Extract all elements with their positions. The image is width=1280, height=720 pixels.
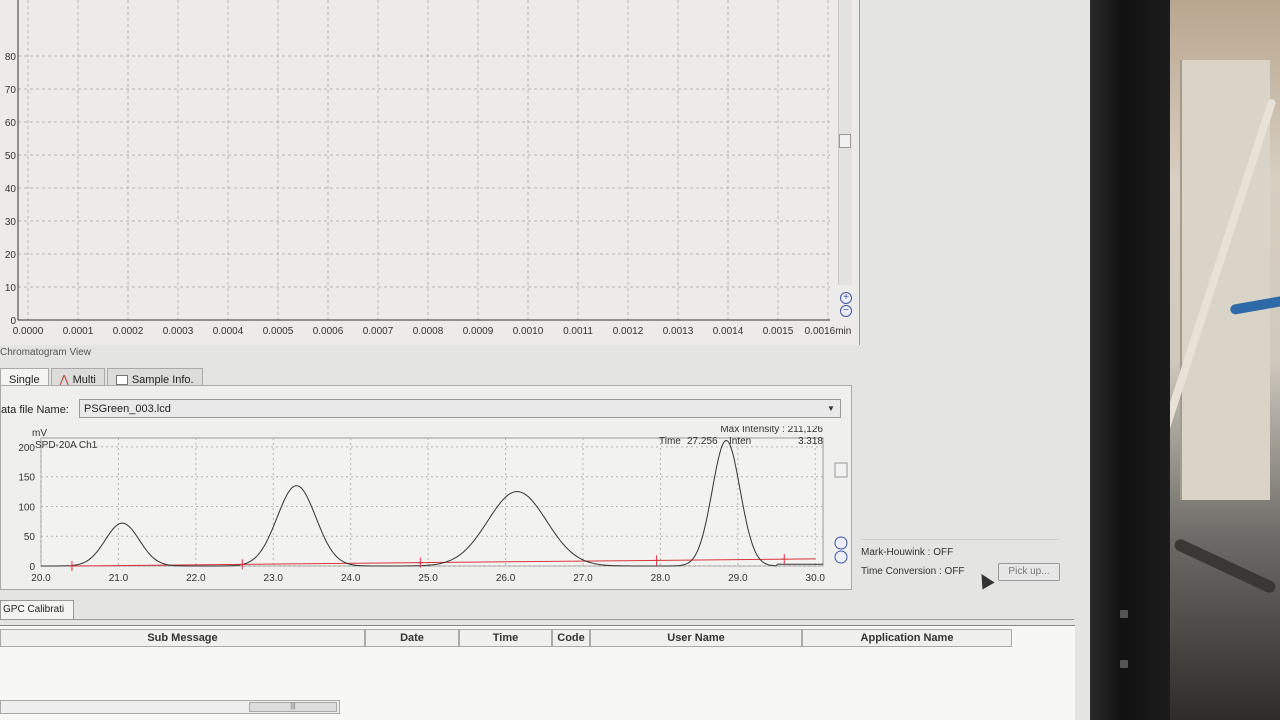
column-application-name[interactable]: Application Name bbox=[802, 629, 1012, 647]
tab-multi-label: Multi bbox=[72, 373, 96, 386]
zoom-out-icon bbox=[834, 550, 848, 564]
cursor-time-value: 27.256 bbox=[687, 436, 718, 447]
x-tick-label: 29.0 bbox=[728, 573, 748, 584]
upper-x-tick-label: 0.0006 bbox=[313, 326, 344, 337]
bottom-horizontal-scrollbar[interactable]: ||| bbox=[0, 700, 340, 714]
dropdown-arrow-icon[interactable]: ▼ bbox=[825, 402, 837, 415]
upper-x-tick-label: 0.0002 bbox=[113, 326, 144, 337]
upper-y-tick-label: 40 bbox=[5, 184, 17, 195]
y-tick-label: 200 bbox=[18, 443, 35, 454]
calibration-side-panel: Mark-Houwink : OFF Time Conversion : OFF… bbox=[860, 525, 1070, 595]
column-user-name[interactable]: User Name bbox=[590, 629, 802, 647]
chromatogram-body: ata file Name: PSGreen_003.lcd ▼ 20.0 21.… bbox=[0, 385, 852, 590]
upper-y-tick-label: 10 bbox=[5, 283, 17, 294]
chart-scroll-thumb bbox=[834, 462, 848, 478]
upper-y-tick-label: 30 bbox=[5, 217, 17, 228]
upper-plot: 0.0000 0.0001 0.0002 0.0003 0.0004 0.0005 0.00… bbox=[5, 0, 852, 337]
bottom-tab-strip bbox=[74, 600, 1074, 620]
upper-x-tick-label: 0.0007 bbox=[363, 326, 394, 337]
upper-x-tick-label: 0.0012 bbox=[613, 326, 644, 337]
chromatogram-view-title: Chromatogram View bbox=[0, 345, 860, 365]
upper-plot-panel: 0.0000 0.0001 0.0002 0.0003 0.0004 0.0005 0.00… bbox=[0, 0, 860, 345]
cursor-inten-label: Inten bbox=[729, 436, 751, 447]
section-title: Chromatogram View bbox=[0, 347, 91, 358]
lab-cabinet bbox=[1180, 60, 1270, 500]
column-date[interactable]: Date bbox=[365, 629, 459, 647]
pick-up-button[interactable]: Pick up... bbox=[998, 563, 1060, 581]
upper-x-tick-label: 0.0000 bbox=[13, 326, 44, 337]
side-horizontal-scrollbar[interactable] bbox=[860, 530, 1060, 540]
data-file-label: ata file Name: bbox=[1, 404, 69, 416]
y-unit-label: mV bbox=[32, 428, 47, 439]
y-tick-label: 150 bbox=[18, 473, 35, 484]
monitor-button-icon bbox=[1120, 610, 1128, 618]
y-tick-label: 100 bbox=[18, 502, 35, 513]
tab-sample-info-label: Sample Info. bbox=[131, 373, 194, 386]
upper-x-tick-label: 0.0011 bbox=[563, 326, 593, 337]
upper-y-tick-label: 60 bbox=[5, 118, 17, 129]
column-time[interactable]: Time bbox=[459, 629, 552, 647]
upper-plot-scrollbar[interactable] bbox=[838, 0, 852, 285]
chromatogram-chart: 20.0 21.0 22.0 23.0 24.0 25.0 26.0 27.0 28.0 29.0… bbox=[18, 426, 848, 584]
cursor-inten-value: 3.318 bbox=[798, 436, 823, 447]
upper-x-tick-label: 0.0015 bbox=[763, 326, 794, 337]
monitor-button-icon bbox=[1120, 660, 1128, 668]
upper-y-tick-label: 80 bbox=[5, 52, 17, 63]
tab-gpc-calibration[interactable]: GPC Calibrati bbox=[0, 600, 74, 620]
upper-plot-area bbox=[18, 0, 830, 320]
x-tick-label: 30.0 bbox=[806, 573, 826, 584]
lab-software-window: 0.0000 0.0001 0.0002 0.0003 0.0004 0.0005 0.00… bbox=[0, 0, 1090, 720]
data-file-select[interactable]: PSGreen_003.lcd ▼ bbox=[79, 399, 841, 418]
time-conversion-status: Time Conversion : OFF bbox=[861, 566, 965, 577]
x-tick-label: 27.0 bbox=[573, 573, 593, 584]
tab-single-label: Single bbox=[9, 373, 40, 386]
mark-houwink-status: Mark-Houwink : OFF bbox=[861, 547, 954, 558]
upper-x-tick-label: 0.0004 bbox=[213, 326, 244, 337]
channel-label: SPD-20A Ch1 bbox=[35, 440, 98, 451]
x-tick-label: 23.0 bbox=[264, 573, 284, 584]
data-file-value: PSGreen_003.lcd bbox=[84, 403, 171, 415]
upper-x-tick-label: 0.0009 bbox=[463, 326, 494, 337]
max-intensity-label: Max Intensity : 211,126 bbox=[720, 426, 823, 435]
x-tick-label: 25.0 bbox=[418, 573, 438, 584]
cable bbox=[1172, 537, 1278, 595]
upper-y-tick-label: 50 bbox=[5, 151, 17, 162]
upper-y-tick-label: 0 bbox=[10, 316, 16, 327]
column-code[interactable]: Code bbox=[552, 629, 590, 647]
x-tick-label: 26.0 bbox=[496, 573, 516, 584]
upper-y-tick-label: 70 bbox=[5, 85, 17, 96]
zoom-out-icon[interactable]: − bbox=[840, 305, 852, 317]
x-tick-label: 22.0 bbox=[186, 573, 206, 584]
upper-x-tick-label: 0.0005 bbox=[263, 326, 294, 337]
background-lab-photo bbox=[1170, 0, 1280, 720]
bottom-scroll-thumb[interactable]: ||| bbox=[249, 702, 337, 712]
upper-x-tick-label: 0.0001 bbox=[63, 326, 94, 337]
cursor-time-label: Time bbox=[659, 436, 681, 447]
multi-chart-icon: ⋀ bbox=[59, 373, 69, 386]
plot-area bbox=[40, 437, 824, 567]
upper-x-tick-label: 0.0016min bbox=[805, 326, 852, 337]
upper-x-tick-label: 0.0008 bbox=[413, 326, 444, 337]
y-tick-label: 50 bbox=[24, 532, 36, 543]
zoom-in-icon bbox=[834, 536, 848, 550]
x-tick-label: 28.0 bbox=[651, 573, 671, 584]
upper-y-tick-label: 20 bbox=[5, 250, 17, 261]
zoom-in-icon[interactable]: + bbox=[840, 292, 852, 304]
x-tick-label: 24.0 bbox=[341, 573, 361, 584]
upper-scroll-thumb[interactable] bbox=[839, 134, 851, 148]
upper-x-tick-label: 0.0013 bbox=[663, 326, 694, 337]
document-icon bbox=[115, 374, 128, 385]
monitor-bezel bbox=[1090, 0, 1170, 720]
column-sub-message[interactable]: Sub Message bbox=[0, 629, 365, 647]
upper-x-tick-label: 0.0014 bbox=[713, 326, 744, 337]
upper-x-tick-label: 0.0010 bbox=[513, 326, 544, 337]
x-tick-label: 21.0 bbox=[109, 573, 129, 584]
y-tick-label: 0 bbox=[29, 562, 35, 573]
x-tick-label: 20.0 bbox=[31, 573, 51, 584]
upper-x-tick-label: 0.0003 bbox=[163, 326, 194, 337]
